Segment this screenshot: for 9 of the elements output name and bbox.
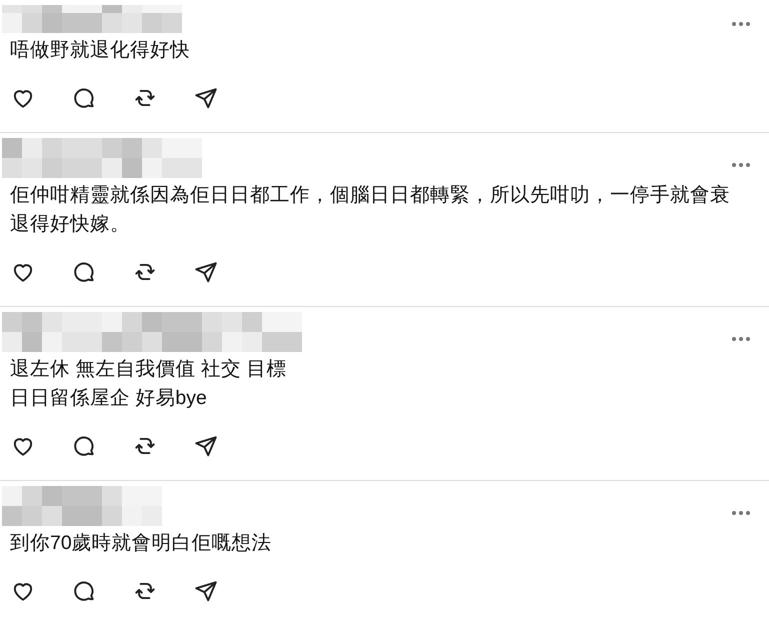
- comment-text: 退左休 無左自我價值 社交 目標: [10, 357, 288, 382]
- more-icon[interactable]: [731, 162, 751, 168]
- more-icon[interactable]: [731, 21, 751, 27]
- more-icon[interactable]: [731, 510, 751, 516]
- comment-text: 到你70歲時就會明白佢嘅想法: [10, 531, 273, 556]
- comment-text: 日日留係屋企 好易bye: [10, 386, 208, 411]
- more-icon[interactable]: [731, 336, 751, 342]
- comment-text: 唔做野就退化得好快: [10, 38, 191, 63]
- comment-text: 佢仲咁精靈就係因為佢日日都工作，個腦日日都轉緊，所以先咁叻，一停手就會衰退得好快嫁。: [10, 183, 731, 237]
